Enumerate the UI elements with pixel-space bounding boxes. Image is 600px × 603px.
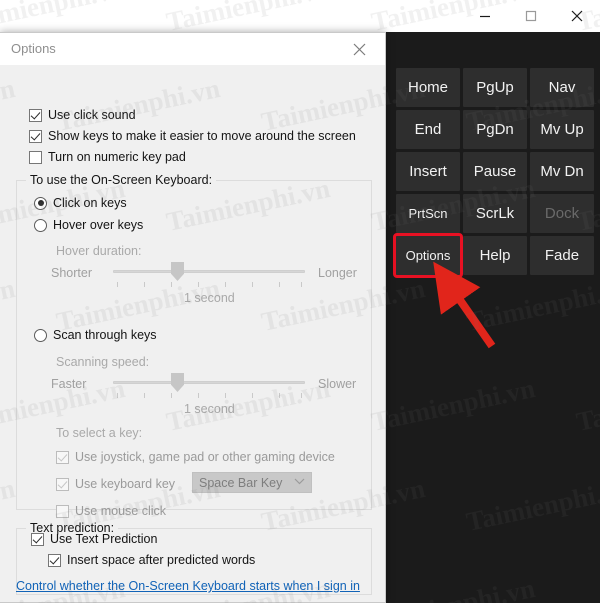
annotation-arrow-icon (433, 261, 496, 349)
usage-group-title: To use the On-Screen Keyboard: (26, 173, 217, 187)
key-row: Home PgUp Nav (396, 68, 596, 107)
key-mv-dn[interactable]: Mv Dn (530, 152, 594, 191)
checkbox-box (31, 532, 44, 546)
checkbox-box (29, 150, 42, 164)
radio-scan-through-keys[interactable]: Scan through keys (34, 328, 157, 342)
key-pgdn[interactable]: PgDn (463, 110, 527, 149)
scan-slider-max-label: Slower (318, 377, 357, 391)
checkbox-label: Show keys to make it easier to move arou… (48, 129, 356, 143)
radio-button (34, 218, 47, 232)
dropdown-value: Space Bar Key (199, 475, 283, 490)
scanning-speed-slider[interactable] (113, 372, 305, 402)
key-insert[interactable]: Insert (396, 152, 460, 191)
hover-duration-slider[interactable] (113, 261, 305, 291)
hover-slider-max-label: Longer (318, 266, 357, 280)
chevron-down-icon (294, 477, 305, 488)
key-prtscn[interactable]: PrtScn (396, 194, 460, 233)
close-icon[interactable] (554, 0, 600, 32)
checkbox-use-click-sound[interactable]: Use click sound (29, 108, 136, 122)
checkbox-box (29, 108, 42, 122)
key-mv-up[interactable]: Mv Up (530, 110, 594, 149)
hover-duration-caption: Hover duration: (56, 244, 142, 258)
scan-slider-value: 1 second (184, 402, 235, 416)
dialog-close-icon[interactable] (339, 33, 379, 65)
checkbox-use-joystick: Use joystick, game pad or other gaming d… (56, 450, 335, 464)
key-scrlk[interactable]: ScrLk (463, 194, 527, 233)
osk-key-grid: Home PgUp Nav End PgDn Mv Up Insert Paus… (393, 68, 596, 278)
checkbox-label: Use joystick, game pad or other gaming d… (75, 450, 335, 464)
key-pgup[interactable]: PgUp (463, 68, 527, 107)
dialog-title-bar: Options (0, 33, 385, 65)
dialog-content: Use click sound Show keys to make it eas… (0, 65, 385, 602)
checkbox-label: Use click sound (48, 108, 136, 122)
slider-ticks (113, 393, 305, 398)
checkbox-box (56, 477, 69, 491)
radio-button (34, 328, 47, 342)
radio-label: Click on keys (53, 196, 127, 210)
checkbox-box (29, 129, 42, 143)
dialog-title: Options (11, 41, 56, 56)
key-row: PrtScn ScrLk Dock (396, 194, 596, 233)
checkbox-numeric-keypad[interactable]: Turn on numeric key pad (29, 150, 186, 164)
key-fade[interactable]: Fade (530, 236, 594, 275)
screenshot-root: Taimienphi .vn Home PgUp Nav End (0, 0, 600, 603)
select-key-caption: To select a key: (56, 426, 143, 440)
checkbox-label: Use Text Prediction (50, 532, 158, 546)
signin-settings-link[interactable]: Control whether the On-Screen Keyboard s… (16, 579, 360, 593)
checkbox-show-keys[interactable]: Show keys to make it easier to move arou… (29, 129, 356, 143)
hover-slider-min-label: Shorter (51, 266, 92, 280)
checkbox-use-text-prediction[interactable]: Use Text Prediction (31, 532, 157, 546)
scan-slider-min-label: Faster (51, 377, 87, 391)
slider-track (113, 270, 305, 273)
radio-button (34, 196, 47, 210)
slider-track (113, 381, 305, 384)
maximize-icon[interactable] (508, 0, 554, 32)
slider-ticks (113, 282, 305, 287)
checkbox-use-keyboard-key: Use keyboard key (56, 477, 175, 491)
key-home[interactable]: Home (396, 68, 460, 107)
checkbox-label: Turn on numeric key pad (48, 150, 186, 164)
radio-hover-over-keys[interactable]: Hover over keys (34, 218, 143, 232)
key-pause[interactable]: Pause (463, 152, 527, 191)
checkbox-use-mouse-click: Use mouse click (56, 504, 166, 518)
key-row: Insert Pause Mv Dn (396, 152, 596, 191)
key-end[interactable]: End (396, 110, 460, 149)
minimize-icon[interactable] (462, 0, 508, 32)
radio-click-on-keys[interactable]: Click on keys (34, 196, 127, 210)
checkbox-insert-space[interactable]: Insert space after predicted words (48, 553, 255, 567)
slider-thumb[interactable] (171, 373, 184, 392)
checkbox-box (48, 553, 61, 567)
checkbox-label: Use keyboard key (75, 477, 176, 491)
osk-title-bar (0, 0, 600, 32)
checkbox-box (56, 450, 69, 464)
slider-thumb[interactable] (171, 262, 184, 281)
hover-slider-value: 1 second (184, 291, 235, 305)
key-dock: Dock (530, 194, 594, 233)
checkbox-box (56, 504, 69, 518)
options-dialog: Options Use click sound Show keys to mak… (0, 32, 386, 603)
checkbox-label: Use mouse click (75, 504, 166, 518)
radio-label: Scan through keys (53, 328, 157, 342)
scanning-speed-caption: Scanning speed: (56, 355, 150, 369)
checkbox-label: Insert space after predicted words (67, 553, 256, 567)
keyboard-key-dropdown[interactable]: Space Bar Key (192, 472, 312, 493)
radio-label: Hover over keys (53, 218, 144, 232)
key-nav[interactable]: Nav (530, 68, 594, 107)
key-row: End PgDn Mv Up (396, 110, 596, 149)
